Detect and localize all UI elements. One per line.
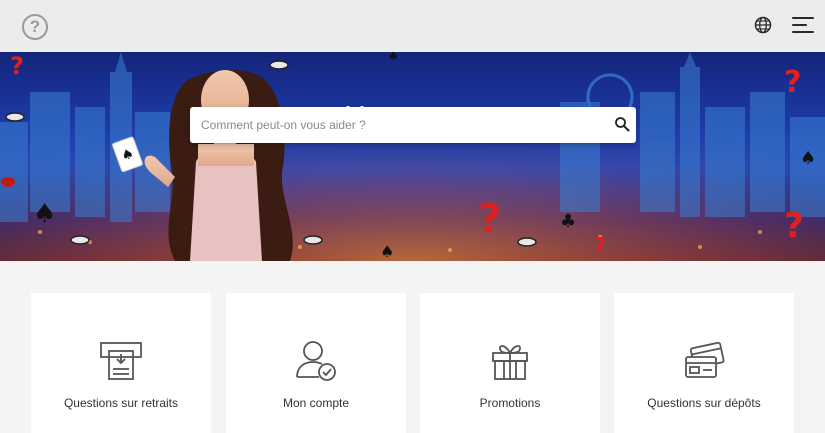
menu-line xyxy=(792,31,814,33)
search-input[interactable] xyxy=(190,107,600,143)
svg-text:♠: ♠ xyxy=(388,52,399,63)
gift-icon xyxy=(492,345,528,380)
help-question-icon[interactable]: ? xyxy=(22,14,48,40)
menu-line xyxy=(792,17,814,19)
svg-text:?: ? xyxy=(784,65,801,100)
svg-text:?: ? xyxy=(10,52,24,80)
search-icon[interactable] xyxy=(614,116,630,132)
card-label: Promotions xyxy=(479,396,541,410)
svg-text:♣: ♣ xyxy=(560,211,576,232)
category-card-withdrawals[interactable]: Questions sur retraits xyxy=(31,293,211,433)
hero-banner: ♠ ♠ ♠ ♣ ♠ ♠ ? ? ? ? ? Aide et support xyxy=(0,52,825,261)
card-label: Questions sur retraits xyxy=(63,396,179,410)
category-card-promotions[interactable]: Promotions xyxy=(420,293,600,433)
casino-hero-illustration: ♠ ♠ ♠ ♣ ♠ ♠ ? ? ? ? ? xyxy=(0,52,825,261)
svg-text:?: ? xyxy=(784,206,804,246)
category-card-account[interactable]: Mon compte xyxy=(226,293,406,433)
globe-icon[interactable] xyxy=(753,15,773,35)
card-label: Questions sur dépôts xyxy=(647,396,761,410)
category-card-deposits[interactable]: Questions sur dépôts xyxy=(614,293,794,433)
svg-text:♠: ♠ xyxy=(33,199,56,229)
svg-text:?: ? xyxy=(594,233,606,257)
svg-text:♠: ♠ xyxy=(800,148,816,169)
user-check-icon xyxy=(296,341,336,381)
credit-cards-icon xyxy=(685,341,725,378)
top-bar: ? xyxy=(0,0,825,52)
atm-withdrawal-icon xyxy=(100,342,142,380)
card-label: Mon compte xyxy=(282,396,350,410)
hamburger-menu-icon[interactable] xyxy=(792,17,814,35)
help-glyph: ? xyxy=(29,17,41,36)
search-box xyxy=(190,107,636,143)
menu-line xyxy=(792,24,807,26)
svg-text:♠: ♠ xyxy=(380,242,394,261)
svg-text:?: ? xyxy=(478,196,501,242)
